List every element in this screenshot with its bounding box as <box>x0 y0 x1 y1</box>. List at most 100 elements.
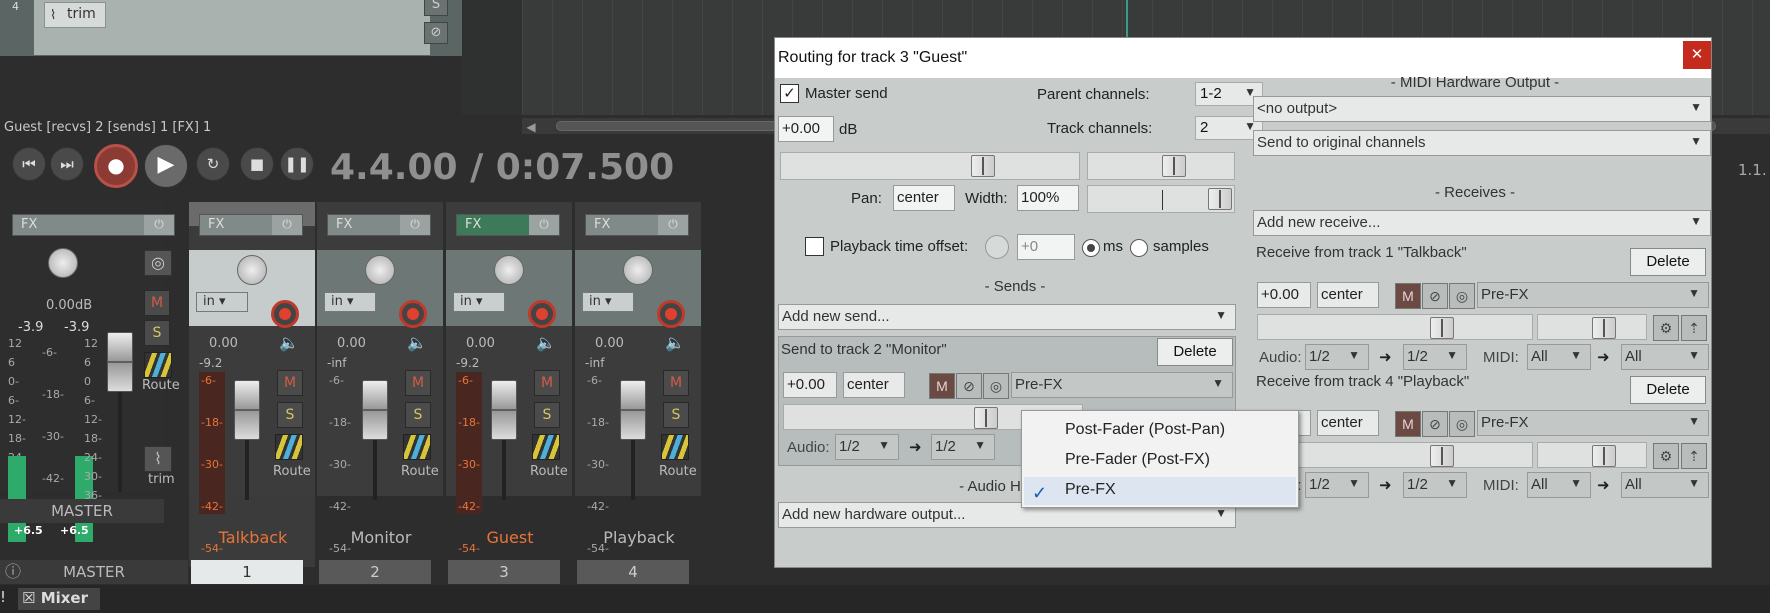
pan-slider[interactable] <box>1087 152 1235 180</box>
pan-knob[interactable] <box>365 255 395 285</box>
track-name[interactable]: Monitor <box>324 528 438 547</box>
pan-knob[interactable] <box>237 255 267 285</box>
mono-stereo-icon[interactable]: ◎ <box>1449 283 1475 309</box>
route-button[interactable] <box>403 434 431 460</box>
receive-audio-src-select[interactable]: 1/2 ▼ <box>1305 344 1369 370</box>
slider-thumb[interactable] <box>1592 317 1616 339</box>
master-send-checkbox[interactable]: ✓ <box>780 84 799 103</box>
envelope-icon[interactable]: ⇡ <box>1681 315 1707 341</box>
pan-knob[interactable] <box>623 255 653 285</box>
master-fx-button[interactable]: FX ⏻ <box>12 214 175 236</box>
menu-item-pre-fader[interactable]: Pre-Fader (Post-FX) <box>1065 451 1210 469</box>
volume-fader[interactable] <box>620 380 646 440</box>
receive-audio-dst-select[interactable]: 1/2 ▼ <box>1403 472 1467 498</box>
route-button[interactable] <box>661 434 689 460</box>
pan-knob[interactable] <box>494 255 524 285</box>
solo-button[interactable]: S <box>424 0 448 16</box>
volume-field[interactable]: +0.00 <box>778 116 834 142</box>
add-send-select[interactable]: Add new send... ▼ <box>778 304 1236 330</box>
power-icon[interactable]: ⏻ <box>658 215 688 235</box>
phase-invert-icon[interactable]: ⊘ <box>1422 283 1448 309</box>
close-button[interactable]: ✕ <box>1683 41 1711 69</box>
receive-pan-field[interactable]: center <box>1317 282 1379 308</box>
input-button[interactable]: in ▾ <box>196 292 248 312</box>
delete-receive-button[interactable]: Delete <box>1630 376 1706 404</box>
send-mode-select[interactable]: Pre-FX ▼ <box>1011 372 1233 398</box>
ms-radio[interactable] <box>1082 239 1100 257</box>
record-arm-button[interactable] <box>271 300 299 328</box>
mixer-tab[interactable]: ☒ Mixer <box>18 588 100 610</box>
receive-pan-slider[interactable] <box>1537 442 1647 468</box>
receive-midi-src-select[interactable]: All ▼ <box>1527 344 1591 370</box>
fx-button[interactable]: FX ⏻ <box>456 214 560 236</box>
speaker-icon[interactable]: 🔈 <box>407 333 427 352</box>
record-arm-button[interactable] <box>657 300 685 328</box>
slider-thumb[interactable] <box>971 155 995 177</box>
master-mute-button[interactable]: M <box>144 290 170 316</box>
receive-mute-button[interactable]: M <box>1395 411 1421 437</box>
track-name[interactable]: Talkback <box>196 528 310 547</box>
route-button[interactable] <box>532 434 560 460</box>
volume-slider[interactable] <box>780 152 1080 180</box>
width-field[interactable]: 100% <box>1017 185 1079 211</box>
trim-button[interactable]: ⌇ trim <box>44 2 106 28</box>
track-number[interactable]: 2 <box>319 560 431 584</box>
midi-channels-select[interactable]: Send to original channels ▼ <box>1253 130 1711 156</box>
midi-icon[interactable]: ⚙ <box>1653 443 1679 469</box>
volume-fader[interactable] <box>491 380 517 440</box>
receive-audio-dst-select[interactable]: 1/2 ▼ <box>1403 344 1467 370</box>
receive-pan-slider[interactable] <box>1537 314 1647 340</box>
receive-mode-select[interactable]: Pre-FX ▼ <box>1477 410 1709 436</box>
add-receive-select[interactable]: Add new receive... ▼ <box>1253 210 1711 236</box>
receive-audio-src-select[interactable]: 1/2 ▼ <box>1305 472 1369 498</box>
menu-item-pre-fx[interactable]: Pre-FX <box>1065 481 1116 499</box>
midi-output-select[interactable]: <no output> ▼ <box>1253 96 1711 122</box>
phase-button[interactable]: ⊘ <box>424 22 448 44</box>
mono-stereo-icon[interactable]: ◎ <box>1449 411 1475 437</box>
receive-midi-dst-select[interactable]: All ▼ <box>1621 472 1709 498</box>
receive-mode-select[interactable]: Pre-FX ▼ <box>1477 282 1709 308</box>
fx-button[interactable]: FX ⏻ <box>327 214 431 236</box>
receive-volume-field[interactable]: +0.00 <box>1257 282 1311 308</box>
track-number[interactable]: 4 <box>577 560 689 584</box>
go-to-start-button[interactable]: ⏮ <box>12 147 46 181</box>
track-number[interactable]: 3 <box>448 560 560 584</box>
track-number-selected[interactable]: 1 <box>191 560 303 584</box>
offset-knob[interactable] <box>985 235 1009 259</box>
slider-thumb[interactable] <box>974 407 998 429</box>
pause-button[interactable]: ❚❚ <box>280 147 314 181</box>
menu-item-post-fader[interactable]: Post-Fader (Post-Pan) <box>1065 421 1225 439</box>
mono-stereo-icon[interactable]: ◎ <box>144 250 172 276</box>
slider-thumb[interactable] <box>1592 445 1616 467</box>
delete-send-button[interactable]: Delete <box>1157 338 1233 366</box>
send-mute-button[interactable]: M <box>929 373 955 399</box>
solo-button[interactable]: S <box>277 402 303 428</box>
record-arm-button[interactable] <box>399 300 427 328</box>
width-slider[interactable] <box>1087 185 1235 213</box>
mute-button[interactable]: M <box>663 370 689 396</box>
stop-button[interactable]: ■ <box>240 147 274 181</box>
input-button[interactable]: in ▾ <box>453 292 505 312</box>
samples-radio[interactable] <box>1130 239 1148 257</box>
midi-icon[interactable]: ⚙ <box>1653 315 1679 341</box>
close-icon[interactable]: ☒ <box>22 589 35 607</box>
solo-button[interactable]: S <box>405 402 431 428</box>
power-icon[interactable]: ⏻ <box>529 215 559 235</box>
fx-button[interactable]: FX ⏻ <box>585 214 689 236</box>
mute-button[interactable]: M <box>405 370 431 396</box>
go-to-end-button[interactable]: ⏭ <box>50 147 84 181</box>
mono-stereo-icon[interactable]: ◎ <box>983 373 1009 399</box>
pan-field[interactable]: center <box>893 185 955 211</box>
envelope-icon[interactable]: ⇡ <box>1681 443 1707 469</box>
route-button[interactable] <box>275 434 303 460</box>
solo-button[interactable]: S <box>534 402 560 428</box>
scroll-left-icon[interactable]: ◀ <box>522 118 540 136</box>
slider-thumb[interactable] <box>1208 188 1232 210</box>
send-pan-field[interactable]: center <box>843 372 905 398</box>
volume-fader[interactable] <box>362 380 388 440</box>
envelope-icon[interactable]: ⌇ <box>144 446 172 472</box>
send-volume-field[interactable]: +0.00 <box>783 372 837 398</box>
power-icon[interactable]: ⏻ <box>144 215 174 235</box>
slider-thumb[interactable] <box>1162 155 1186 177</box>
speaker-icon[interactable]: 🔈 <box>536 333 556 352</box>
